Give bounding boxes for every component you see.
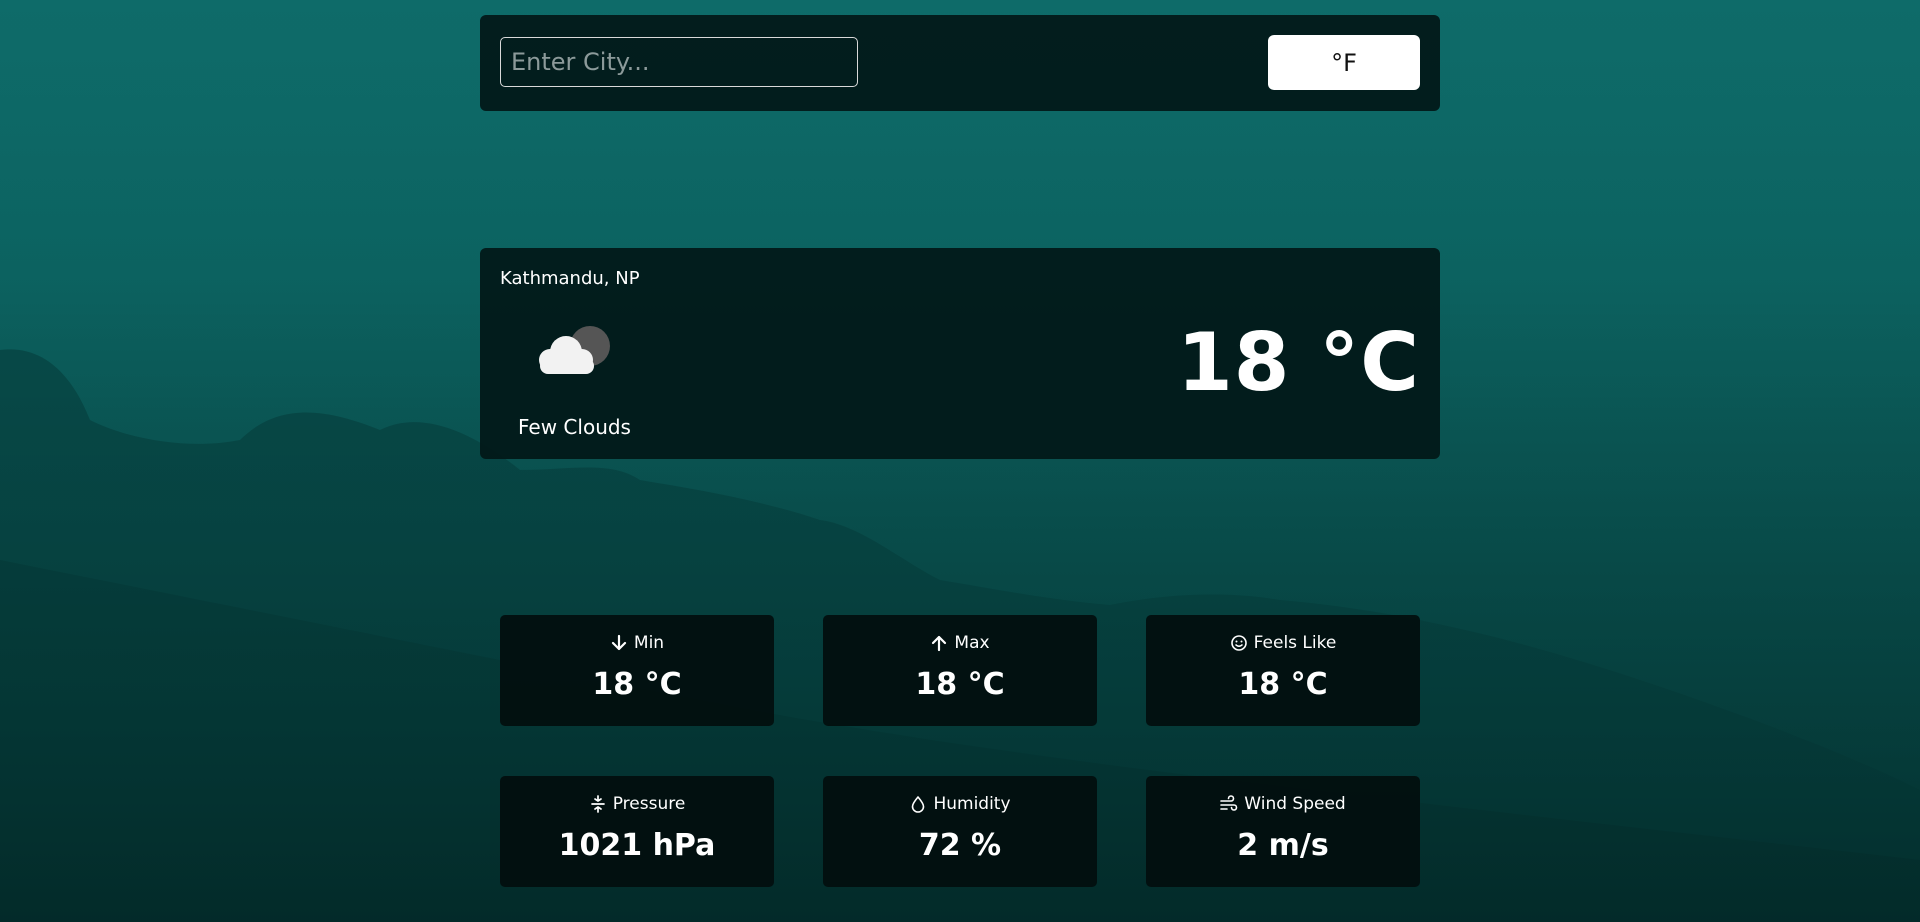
stat-card-min: Min 18 °C (500, 615, 774, 726)
stat-card-max: Max 18 °C (823, 615, 1097, 726)
arrow-up-icon (932, 635, 947, 652)
stat-label-wind-speed: Wind Speed (1244, 794, 1346, 814)
current-temperature: 18 °C (1177, 316, 1420, 409)
wind-icon (1220, 795, 1238, 811)
stat-card-feels-like: Feels Like 18 °C (1146, 615, 1420, 726)
stat-label-min: Min (633, 633, 665, 653)
stat-value-humidity: 72 % (918, 828, 1002, 863)
current-weather-card: Kathmandu, NP Few Clouds 18 °C (480, 248, 1440, 459)
stat-value-pressure: 1021 hPa (558, 828, 716, 863)
droplet-icon (912, 796, 925, 813)
app-container: °F Kathmandu, NP Few Clouds 18 °C Min 18… (480, 15, 1440, 887)
stat-value-min: 18 °C (592, 667, 682, 702)
search-bar: °F (480, 15, 1440, 111)
stat-card-pressure: Pressure 1021 hPa (500, 776, 774, 887)
stat-value-max: 18 °C (915, 667, 1005, 702)
condition-label: Few Clouds (518, 415, 631, 439)
location-label: Kathmandu, NP (500, 268, 640, 289)
stat-label-pressure: Pressure (612, 794, 686, 814)
stat-label-max: Max (954, 633, 990, 653)
stat-card-wind-speed: Wind Speed 2 m/s (1146, 776, 1420, 887)
arrow-down-icon (611, 634, 627, 651)
stat-value-feels-like: 18 °C (1238, 667, 1328, 702)
city-search-input[interactable] (500, 37, 858, 87)
smiley-icon (1230, 635, 1247, 651)
stat-card-humidity: Humidity 72 % (823, 776, 1097, 887)
pressure-icon (590, 795, 605, 813)
stat-label-feels-like: Feels Like (1253, 633, 1337, 653)
few-clouds-night-icon (539, 326, 610, 374)
stat-label-humidity: Humidity (933, 794, 1011, 814)
unit-toggle-button[interactable]: °F (1268, 35, 1420, 90)
stat-value-wind-speed: 2 m/s (1237, 828, 1329, 863)
